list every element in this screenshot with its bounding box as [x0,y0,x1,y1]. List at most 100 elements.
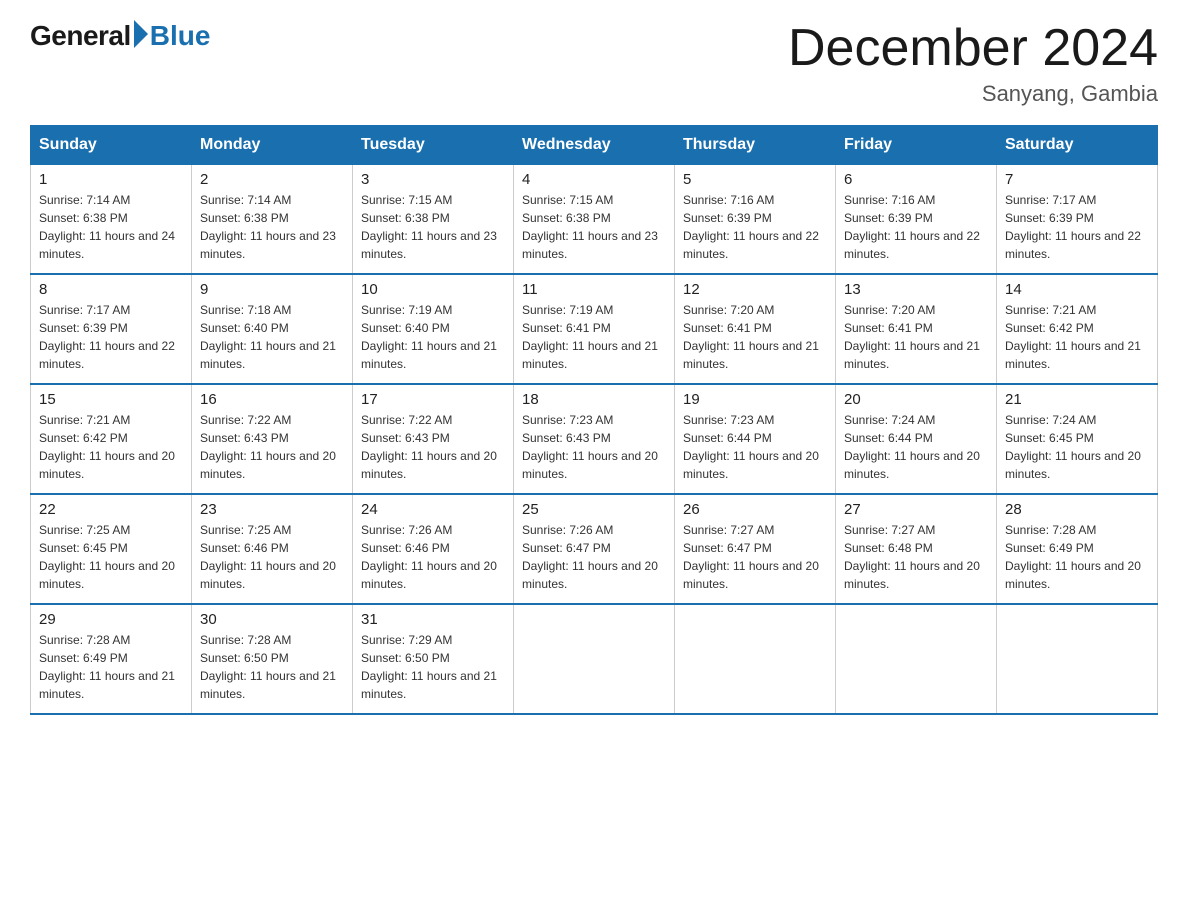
month-title: December 2024 [788,20,1158,77]
day-info: Sunrise: 7:17 AMSunset: 6:39 PMDaylight:… [1005,193,1141,261]
calendar-cell [836,604,997,714]
day-number: 23 [200,501,344,518]
day-number: 15 [39,391,183,408]
calendar-week-row: 15 Sunrise: 7:21 AMSunset: 6:42 PMDaylig… [31,384,1158,494]
day-number: 19 [683,391,827,408]
day-info: Sunrise: 7:25 AMSunset: 6:46 PMDaylight:… [200,523,336,591]
day-info: Sunrise: 7:17 AMSunset: 6:39 PMDaylight:… [39,303,175,371]
day-info: Sunrise: 7:29 AMSunset: 6:50 PMDaylight:… [361,633,497,701]
calendar-cell: 14 Sunrise: 7:21 AMSunset: 6:42 PMDaylig… [997,274,1158,384]
calendar-cell: 9 Sunrise: 7:18 AMSunset: 6:40 PMDayligh… [192,274,353,384]
header-thursday: Thursday [675,126,836,165]
day-info: Sunrise: 7:26 AMSunset: 6:46 PMDaylight:… [361,523,497,591]
calendar-cell: 23 Sunrise: 7:25 AMSunset: 6:46 PMDaylig… [192,494,353,604]
calendar-week-row: 8 Sunrise: 7:17 AMSunset: 6:39 PMDayligh… [31,274,1158,384]
day-number: 28 [1005,501,1149,518]
day-info: Sunrise: 7:22 AMSunset: 6:43 PMDaylight:… [361,413,497,481]
day-number: 26 [683,501,827,518]
day-number: 21 [1005,391,1149,408]
calendar-week-row: 29 Sunrise: 7:28 AMSunset: 6:49 PMDaylig… [31,604,1158,714]
day-info: Sunrise: 7:24 AMSunset: 6:45 PMDaylight:… [1005,413,1141,481]
header-monday: Monday [192,126,353,165]
day-info: Sunrise: 7:15 AMSunset: 6:38 PMDaylight:… [522,193,658,261]
calendar-header-row: SundayMondayTuesdayWednesdayThursdayFrid… [31,126,1158,165]
logo-general-text: General [30,20,131,52]
calendar-cell: 3 Sunrise: 7:15 AMSunset: 6:38 PMDayligh… [353,165,514,275]
day-info: Sunrise: 7:20 AMSunset: 6:41 PMDaylight:… [844,303,980,371]
logo: General Blue [30,20,210,52]
day-number: 29 [39,611,183,628]
day-info: Sunrise: 7:21 AMSunset: 6:42 PMDaylight:… [1005,303,1141,371]
day-info: Sunrise: 7:27 AMSunset: 6:48 PMDaylight:… [844,523,980,591]
day-number: 30 [200,611,344,628]
day-number: 17 [361,391,505,408]
calendar-cell [997,604,1158,714]
calendar-cell: 7 Sunrise: 7:17 AMSunset: 6:39 PMDayligh… [997,165,1158,275]
day-info: Sunrise: 7:22 AMSunset: 6:43 PMDaylight:… [200,413,336,481]
day-number: 31 [361,611,505,628]
page-header: General Blue December 2024 Sanyang, Gamb… [30,20,1158,107]
day-info: Sunrise: 7:23 AMSunset: 6:44 PMDaylight:… [683,413,819,481]
day-info: Sunrise: 7:14 AMSunset: 6:38 PMDaylight:… [200,193,336,261]
day-info: Sunrise: 7:15 AMSunset: 6:38 PMDaylight:… [361,193,497,261]
calendar-cell: 6 Sunrise: 7:16 AMSunset: 6:39 PMDayligh… [836,165,997,275]
calendar-cell [514,604,675,714]
day-number: 24 [361,501,505,518]
calendar-cell: 8 Sunrise: 7:17 AMSunset: 6:39 PMDayligh… [31,274,192,384]
calendar-cell: 27 Sunrise: 7:27 AMSunset: 6:48 PMDaylig… [836,494,997,604]
calendar-cell: 21 Sunrise: 7:24 AMSunset: 6:45 PMDaylig… [997,384,1158,494]
day-info: Sunrise: 7:26 AMSunset: 6:47 PMDaylight:… [522,523,658,591]
day-info: Sunrise: 7:16 AMSunset: 6:39 PMDaylight:… [844,193,980,261]
logo-triangle-icon [134,20,148,48]
day-number: 25 [522,501,666,518]
day-number: 5 [683,171,827,188]
header-saturday: Saturday [997,126,1158,165]
day-info: Sunrise: 7:14 AMSunset: 6:38 PMDaylight:… [39,193,175,261]
calendar-cell: 19 Sunrise: 7:23 AMSunset: 6:44 PMDaylig… [675,384,836,494]
day-number: 18 [522,391,666,408]
calendar-cell: 5 Sunrise: 7:16 AMSunset: 6:39 PMDayligh… [675,165,836,275]
day-number: 16 [200,391,344,408]
day-number: 6 [844,171,988,188]
day-info: Sunrise: 7:27 AMSunset: 6:47 PMDaylight:… [683,523,819,591]
calendar-cell [675,604,836,714]
day-number: 3 [361,171,505,188]
day-number: 1 [39,171,183,188]
day-info: Sunrise: 7:19 AMSunset: 6:41 PMDaylight:… [522,303,658,371]
day-info: Sunrise: 7:19 AMSunset: 6:40 PMDaylight:… [361,303,497,371]
calendar-cell: 31 Sunrise: 7:29 AMSunset: 6:50 PMDaylig… [353,604,514,714]
day-number: 27 [844,501,988,518]
day-number: 4 [522,171,666,188]
header-friday: Friday [836,126,997,165]
day-number: 7 [1005,171,1149,188]
day-info: Sunrise: 7:20 AMSunset: 6:41 PMDaylight:… [683,303,819,371]
calendar-cell: 4 Sunrise: 7:15 AMSunset: 6:38 PMDayligh… [514,165,675,275]
day-number: 11 [522,281,666,298]
logo-blue-text: Blue [150,20,211,52]
day-number: 2 [200,171,344,188]
calendar-cell: 2 Sunrise: 7:14 AMSunset: 6:38 PMDayligh… [192,165,353,275]
calendar-table: SundayMondayTuesdayWednesdayThursdayFrid… [30,125,1158,715]
header-wednesday: Wednesday [514,126,675,165]
header-tuesday: Tuesday [353,126,514,165]
calendar-cell: 11 Sunrise: 7:19 AMSunset: 6:41 PMDaylig… [514,274,675,384]
calendar-cell: 26 Sunrise: 7:27 AMSunset: 6:47 PMDaylig… [675,494,836,604]
calendar-cell: 20 Sunrise: 7:24 AMSunset: 6:44 PMDaylig… [836,384,997,494]
day-info: Sunrise: 7:28 AMSunset: 6:49 PMDaylight:… [39,633,175,701]
day-info: Sunrise: 7:24 AMSunset: 6:44 PMDaylight:… [844,413,980,481]
day-info: Sunrise: 7:21 AMSunset: 6:42 PMDaylight:… [39,413,175,481]
calendar-cell: 17 Sunrise: 7:22 AMSunset: 6:43 PMDaylig… [353,384,514,494]
day-info: Sunrise: 7:28 AMSunset: 6:50 PMDaylight:… [200,633,336,701]
day-number: 12 [683,281,827,298]
day-info: Sunrise: 7:18 AMSunset: 6:40 PMDaylight:… [200,303,336,371]
day-number: 8 [39,281,183,298]
day-info: Sunrise: 7:16 AMSunset: 6:39 PMDaylight:… [683,193,819,261]
calendar-cell: 16 Sunrise: 7:22 AMSunset: 6:43 PMDaylig… [192,384,353,494]
day-info: Sunrise: 7:25 AMSunset: 6:45 PMDaylight:… [39,523,175,591]
calendar-cell: 22 Sunrise: 7:25 AMSunset: 6:45 PMDaylig… [31,494,192,604]
location-label: Sanyang, Gambia [788,81,1158,107]
day-number: 10 [361,281,505,298]
day-number: 13 [844,281,988,298]
header-sunday: Sunday [31,126,192,165]
day-number: 20 [844,391,988,408]
